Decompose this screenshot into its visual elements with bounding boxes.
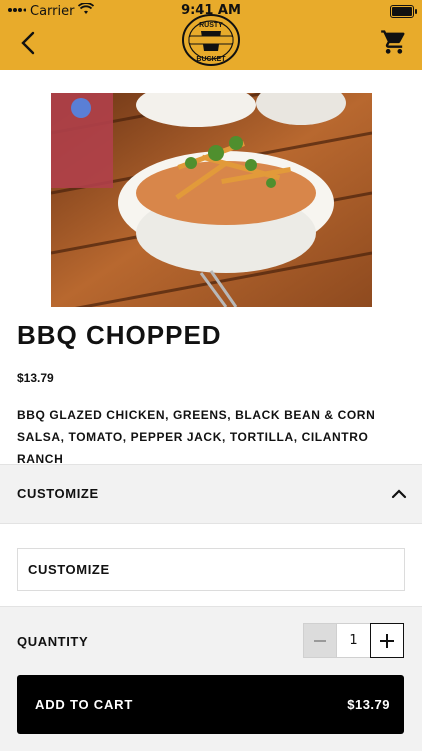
back-button[interactable] xyxy=(14,28,44,58)
add-to-cart-button[interactable]: ADD TO CART $13.79 xyxy=(17,675,404,734)
app-header: Carrier 9:41 AM RUSTY BUCKET xyxy=(0,0,422,70)
cart-icon xyxy=(381,30,405,54)
minus-icon xyxy=(314,639,327,642)
product-price: $13.79 xyxy=(17,371,54,385)
brand-logo: RUSTY BUCKET xyxy=(181,13,241,67)
quantity-value: 1 xyxy=(337,623,370,658)
svg-text:BUCKET: BUCKET xyxy=(196,56,226,63)
quantity-stepper: 1 xyxy=(303,623,404,658)
battery-icon xyxy=(390,5,417,18)
chevron-up-icon xyxy=(391,489,407,499)
product-description: BBQ GLAZED CHICKEN, GREENS, BLACK BEAN &… xyxy=(17,408,376,466)
quantity-section: QUANTITY 1 ADD TO CART $13.79 xyxy=(0,606,422,751)
add-to-cart-label: ADD TO CART xyxy=(35,697,134,712)
add-to-cart-price: $13.79 xyxy=(347,697,390,712)
customize-section-toggle[interactable]: CUSTOMIZE xyxy=(0,464,422,524)
product-title: BBQ CHOPPED xyxy=(17,320,222,350)
customize-option-label: CUSTOMIZE xyxy=(28,562,110,577)
plus-icon xyxy=(379,633,394,648)
customize-option[interactable]: CUSTOMIZE xyxy=(17,548,405,591)
cart-button[interactable] xyxy=(380,28,408,56)
chevron-left-icon xyxy=(21,31,35,55)
customize-section-label: CUSTOMIZE xyxy=(17,486,99,501)
decrease-quantity-button[interactable] xyxy=(303,623,338,658)
product-image xyxy=(51,93,372,307)
quantity-label: QUANTITY xyxy=(17,634,89,649)
increase-quantity-button[interactable] xyxy=(369,623,404,658)
svg-text:RUSTY: RUSTY xyxy=(199,22,223,29)
